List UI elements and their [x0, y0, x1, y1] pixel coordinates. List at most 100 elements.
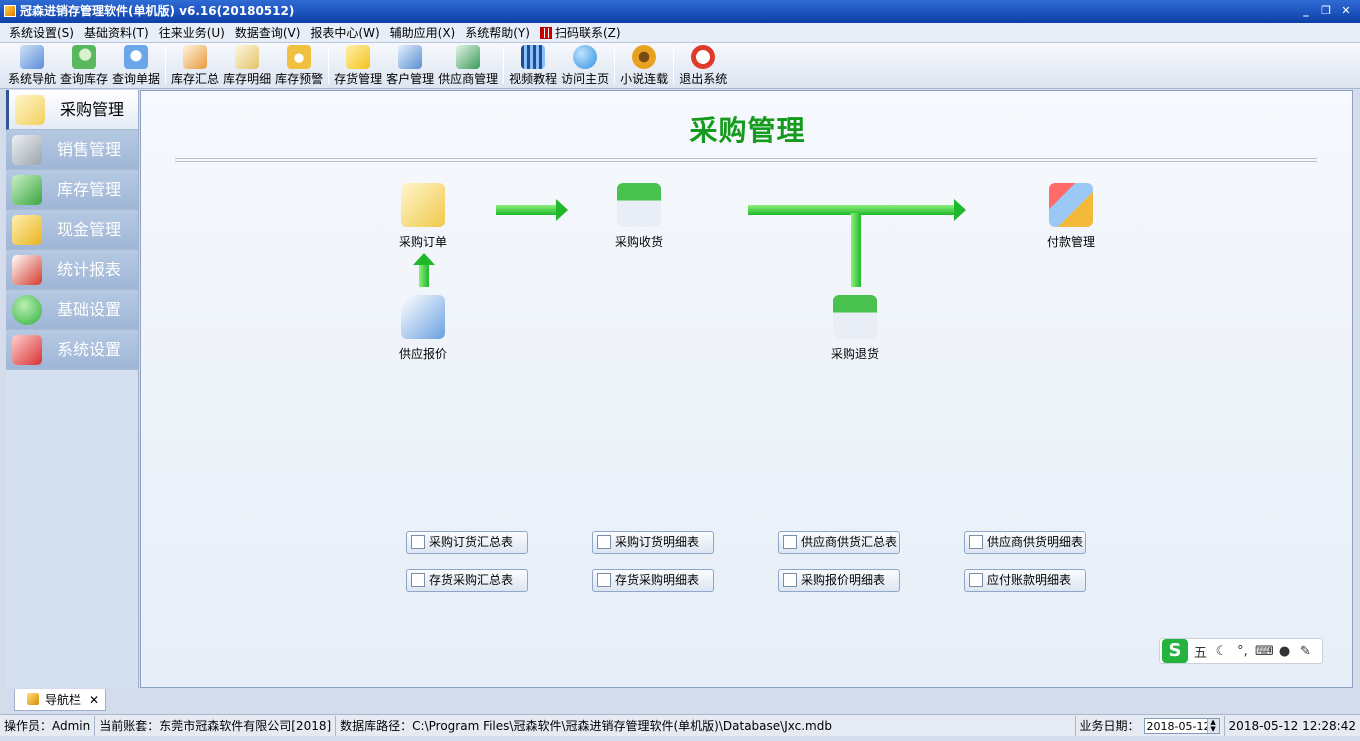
- toolbar-button-inventory[interactable]: 存货管理: [332, 42, 384, 88]
- report-button-quote-detail[interactable]: 采购报价明细表: [778, 569, 900, 592]
- tab-navigation[interactable]: 导航栏 ✕: [14, 689, 106, 711]
- customer-card-icon: [398, 45, 423, 69]
- moon-icon[interactable]: ☾: [1213, 644, 1230, 659]
- toolbar-button-stock-alert[interactable]: 库存预警: [273, 42, 325, 88]
- coins-icon: [12, 215, 42, 245]
- computer-icon: [20, 45, 44, 69]
- flow-node-purchase-order[interactable]: 采购订单: [378, 183, 468, 250]
- flow-node-payment[interactable]: 付款管理: [1026, 183, 1116, 250]
- supplier-card-icon: [456, 45, 481, 69]
- search-doc-icon: [124, 45, 149, 69]
- report-button-supplier-detail[interactable]: 供应商供货明细表: [964, 531, 1086, 554]
- report-button-stock-purchase-detail[interactable]: 存货采购明细表: [592, 569, 714, 592]
- sidebar-item-cash[interactable]: 现金管理: [6, 210, 138, 250]
- toolbar-button-homepage[interactable]: 访问主页: [559, 42, 611, 88]
- menu-help[interactable]: 系统帮助(Y): [460, 23, 535, 43]
- report-button-supplier-summary[interactable]: 供应商供货汇总表: [778, 531, 900, 554]
- punctuation-icon[interactable]: °,: [1234, 644, 1251, 659]
- return-house-icon: [833, 295, 877, 339]
- receive-house-icon: [617, 183, 661, 227]
- toolbar-button-suppliers[interactable]: 供应商管理: [436, 42, 500, 88]
- business-date-picker[interactable]: 2018-05-12 ▲ ▼: [1143, 717, 1220, 734]
- tab-label: 导航栏: [45, 693, 82, 707]
- chart-doc-icon: [183, 45, 208, 69]
- report-chart-icon: [12, 255, 42, 285]
- report-icon: [783, 535, 797, 549]
- spinner-icon[interactable]: ▲ ▼: [1206, 718, 1219, 733]
- flow-node-label: 供应报价: [398, 347, 447, 361]
- report-button-label: 应付账款明细表: [987, 573, 1072, 587]
- wrench-icon[interactable]: ✎: [1297, 644, 1314, 659]
- report-icon: [969, 573, 983, 587]
- toolbar-separator: [328, 46, 330, 84]
- sidebar-item-stock[interactable]: 库存管理: [6, 170, 138, 210]
- toolbar-button-novel[interactable]: 小说连载: [618, 42, 670, 88]
- sidebar-item-reports[interactable]: 统计报表: [6, 250, 138, 290]
- keyboard-icon[interactable]: ⌨: [1255, 644, 1274, 659]
- report-button-label: 存货采购明细表: [615, 573, 700, 587]
- report-icon: [969, 535, 983, 549]
- title-bar: 冠森进销存管理软件(单机版) v6.16(20180512) _ ❐ ✕: [0, 0, 1360, 23]
- menu-business[interactable]: 往来业务(U): [154, 23, 230, 43]
- report-button-payable-detail[interactable]: 应付账款明细表: [964, 569, 1086, 592]
- menu-aux-apps[interactable]: 辅助应用(X): [385, 23, 461, 43]
- menu-system-settings[interactable]: 系统设置(S): [4, 23, 79, 43]
- toolbar-button-exit[interactable]: 退出系统: [677, 42, 729, 88]
- sidebar-item-sales[interactable]: 销售管理: [6, 130, 138, 170]
- toolbar-separator: [165, 46, 167, 84]
- toolbar-label: 视频教程: [509, 72, 558, 86]
- toolbar-separator: [503, 46, 505, 84]
- flow-arrowhead: [556, 199, 568, 221]
- status-date-label: 业务日期：: [1074, 715, 1144, 736]
- quote-doc-icon: [401, 295, 445, 339]
- minimize-icon[interactable]: _: [1298, 3, 1314, 19]
- sidebar-item-basic-settings[interactable]: 基础设置: [6, 290, 138, 330]
- flow-node-supply-quote[interactable]: 供应报价: [378, 295, 468, 362]
- toolbar-button-query-stock[interactable]: 查询库存: [58, 42, 110, 88]
- sidebar-item-purchase[interactable]: 采购管理: [6, 90, 138, 130]
- user-icon[interactable]: ●: [1276, 644, 1293, 659]
- toolbar-label: 小说连载: [620, 72, 669, 86]
- report-button-order-summary[interactable]: 采购订货汇总表: [406, 531, 528, 554]
- report-button-order-detail[interactable]: 采购订货明细表: [592, 531, 714, 554]
- flow-node-purchase-return[interactable]: 采购退货: [810, 295, 900, 362]
- toolbar-button-nav[interactable]: 系统导航: [6, 42, 58, 88]
- menu-data-query[interactable]: 数据查询(V): [230, 23, 306, 43]
- toolbar-button-customers[interactable]: 客户管理: [384, 42, 436, 88]
- report-button-stock-purchase-summary[interactable]: 存货采购汇总表: [406, 569, 528, 592]
- toolbar-button-stock-summary[interactable]: 库存汇总: [169, 42, 221, 88]
- page-title: 采购管理: [689, 114, 806, 147]
- status-operator: 操作员：Admin: [0, 715, 96, 736]
- flow-arrow-quote-to-order: [419, 265, 429, 287]
- ime-mode[interactable]: 五: [1192, 642, 1209, 661]
- toolbar-button-video[interactable]: 视频教程: [507, 42, 559, 88]
- toolbar-label: 库存明细: [223, 72, 272, 86]
- restore-icon[interactable]: ❐: [1318, 3, 1334, 19]
- wrench-icon: [12, 335, 42, 365]
- menu-scan-contact[interactable]: 扫码联系(Z): [535, 23, 626, 43]
- sidebar-item-label: 库存管理: [57, 180, 122, 199]
- globe-icon: [573, 45, 598, 69]
- sidebar-item-system-settings[interactable]: 系统设置: [6, 330, 138, 370]
- report-icon: [597, 535, 611, 549]
- menu-basic-data[interactable]: 基础资料(T): [79, 23, 154, 43]
- toolbar: 系统导航 查询库存 查询单据 库存汇总 库存明细 库存预警 存货管理 客户管理 …: [0, 43, 1360, 89]
- order-bag-icon: [401, 183, 445, 227]
- box-icon: [346, 45, 371, 69]
- toolbar-label: 供应商管理: [438, 72, 499, 86]
- toolbar-label: 查询库存: [60, 72, 109, 86]
- flow-node-purchase-receive[interactable]: 采购收货: [594, 183, 684, 250]
- title-divider: [175, 158, 1317, 162]
- ime-toolbar[interactable]: S 五 ☾ °, ⌨ ● ✎: [1159, 638, 1323, 664]
- toolbar-label: 客户管理: [386, 72, 435, 86]
- stop-icon: [691, 45, 716, 69]
- menu-report-center[interactable]: 报表中心(W): [305, 23, 384, 43]
- toolbar-button-query-doc[interactable]: 查询单据: [110, 42, 162, 88]
- toolbar-label: 存货管理: [334, 72, 383, 86]
- close-tab-icon[interactable]: ✕: [89, 689, 99, 711]
- toolbar-button-stock-detail[interactable]: 库存明细: [221, 42, 273, 88]
- qr-code-icon: [539, 26, 552, 39]
- sidebar-item-label: 现金管理: [57, 220, 122, 239]
- toolbar-separator: [614, 46, 616, 84]
- close-icon[interactable]: ✕: [1338, 3, 1354, 19]
